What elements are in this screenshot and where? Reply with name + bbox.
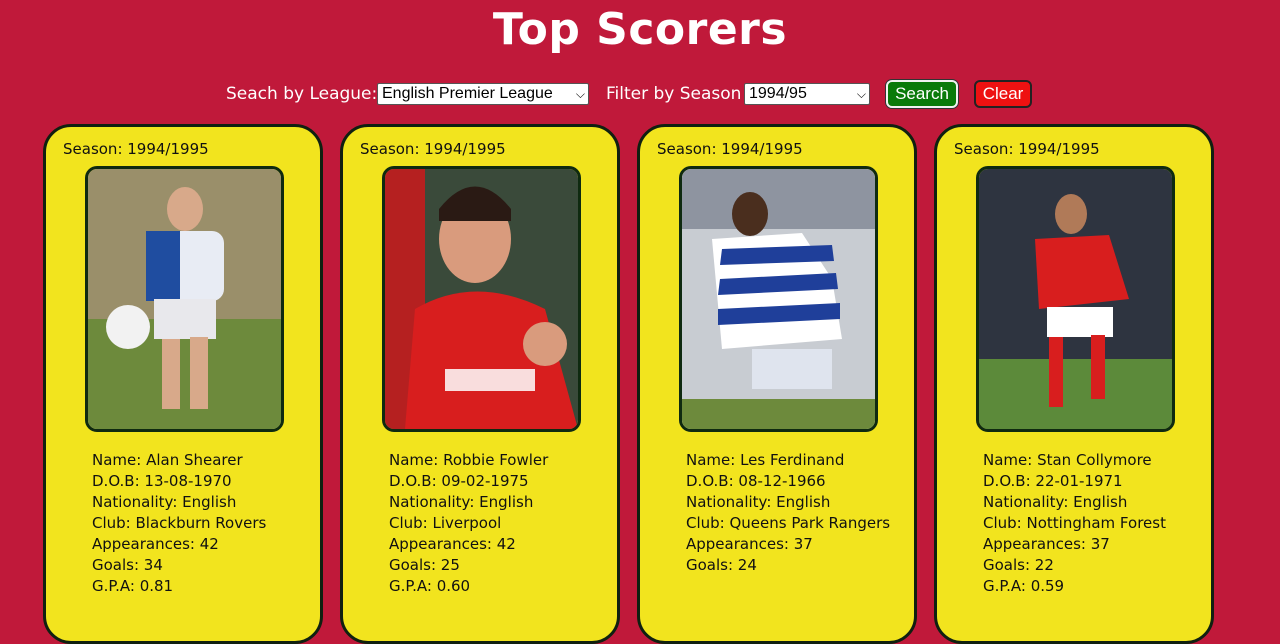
player-nationality: Nationality: English (389, 493, 534, 511)
player-info: Name: Stan Collymore D.O.B: 22-01-1971 N… (983, 450, 1203, 597)
player-club: Club: Queens Park Rangers (686, 514, 891, 532)
card-season: Season: 1994/1995 (657, 140, 803, 158)
player-club: Club: Liverpool (389, 514, 502, 532)
player-card: Season: 1994/1995 Name: Alan Shearer D.O… (43, 124, 323, 644)
player-name: Name: Alan Shearer (92, 451, 243, 469)
player-club: Club: Blackburn Rovers (92, 514, 267, 532)
player-info: Name: Robbie Fowler D.O.B: 09-02-1975 Na… (389, 450, 609, 597)
chevron-down-icon: ⌵ (575, 87, 585, 101)
player-photo (382, 166, 581, 432)
filter-controls: Seach by League: English Premier League … (0, 80, 1280, 110)
season-select[interactable]: 1994/95 ⌵ (744, 83, 870, 105)
player-dob: D.O.B: 22-01-1971 (983, 472, 1123, 490)
player-nationality: Nationality: English (983, 493, 1128, 511)
player-card: Season: 1994/1995 Name: Robbie Fowler D.… (340, 124, 620, 644)
search-button[interactable]: Search (886, 80, 958, 108)
player-appearances: Appearances: 37 (983, 535, 1110, 553)
player-photo (85, 166, 284, 432)
player-club: Club: Nottingham Forest (983, 514, 1166, 532)
player-dob: D.O.B: 13-08-1970 (92, 472, 232, 490)
league-select[interactable]: English Premier League ⌵ (377, 83, 589, 105)
page-title: Top Scorers (492, 4, 788, 55)
player-gpa: G.P.A: 0.59 (983, 577, 1065, 595)
player-card: Season: 1994/1995 Name: Stan Collymore D… (934, 124, 1214, 644)
player-appearances: Appearances: 37 (686, 535, 813, 553)
player-nationality: Nationality: English (92, 493, 237, 511)
league-select-value: English Premier League (382, 85, 553, 102)
league-label: Seach by League: (226, 84, 378, 104)
chevron-down-icon: ⌵ (856, 87, 866, 101)
player-dob: D.O.B: 09-02-1975 (389, 472, 529, 490)
player-goals: Goals: 24 (686, 556, 757, 574)
player-gpa: G.P.A: 0.81 (92, 577, 174, 595)
player-photo (976, 166, 1175, 432)
player-nationality: Nationality: English (686, 493, 831, 511)
player-appearances: Appearances: 42 (92, 535, 219, 553)
player-card: Season: 1994/1995 Name: Les Ferdinand D.… (637, 124, 917, 644)
player-name: Name: Les Ferdinand (686, 451, 845, 469)
player-name: Name: Stan Collymore (983, 451, 1152, 469)
player-goals: Goals: 34 (92, 556, 163, 574)
clear-button[interactable]: Clear (974, 80, 1032, 108)
card-season: Season: 1994/1995 (360, 140, 506, 158)
player-gpa: G.P.A: 0.60 (389, 577, 471, 595)
player-photo (679, 166, 878, 432)
card-season: Season: 1994/1995 (63, 140, 209, 158)
player-appearances: Appearances: 42 (389, 535, 516, 553)
player-name: Name: Robbie Fowler (389, 451, 549, 469)
player-info: Name: Alan Shearer D.O.B: 13-08-1970 Nat… (92, 450, 312, 597)
season-select-value: 1994/95 (749, 85, 807, 102)
player-goals: Goals: 22 (983, 556, 1054, 574)
season-label: Filter by Season (606, 84, 742, 104)
player-dob: D.O.B: 08-12-1966 (686, 472, 826, 490)
card-season: Season: 1994/1995 (954, 140, 1100, 158)
player-goals: Goals: 25 (389, 556, 460, 574)
player-info: Name: Les Ferdinand D.O.B: 08-12-1966 Na… (686, 450, 906, 576)
